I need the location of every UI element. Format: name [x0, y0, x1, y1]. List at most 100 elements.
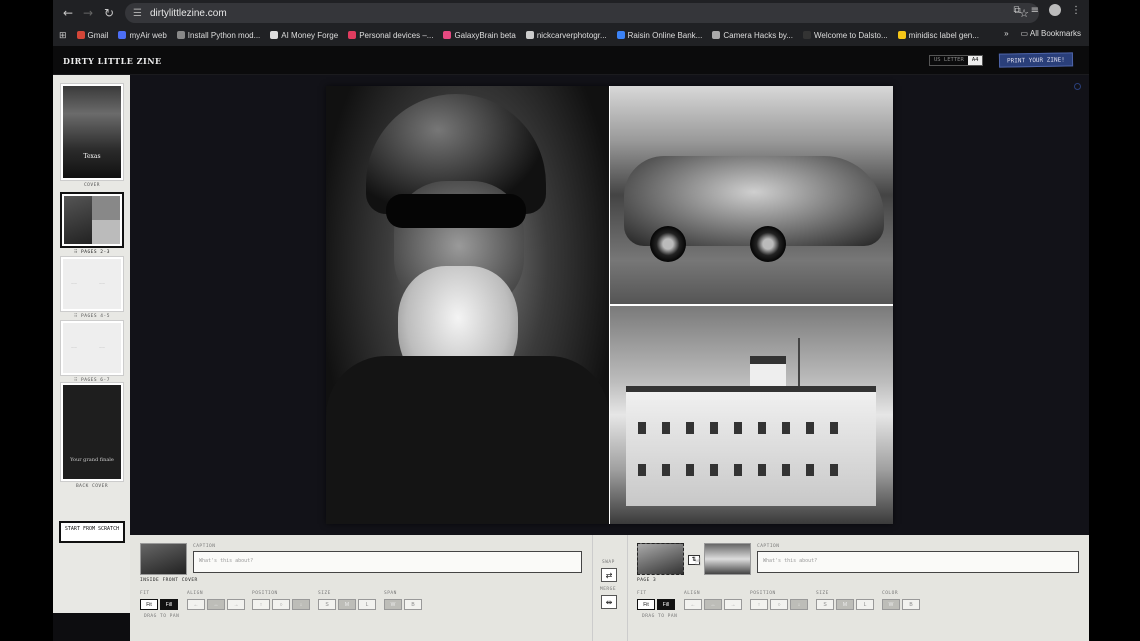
- blank-spread-thumbnail: —— ——: [63, 259, 121, 309]
- building-shape: [626, 386, 876, 506]
- fit-button[interactable]: Fit: [637, 599, 655, 610]
- print-zine-button[interactable]: PRINT YOUR ZINE!: [998, 52, 1073, 68]
- position-bottom-button[interactable]: ↓: [790, 599, 808, 610]
- fit-label: FIT: [637, 591, 647, 596]
- profile-avatar[interactable]: [1049, 4, 1061, 16]
- bookmark-label: Personal devices –...: [359, 30, 434, 40]
- bookmark-item[interactable]: AI Money Forge: [270, 31, 338, 40]
- favicon-icon: [803, 31, 811, 39]
- bookmark-label: nickcarverphotogr...: [536, 30, 607, 40]
- browser-tools: ⧉ ≡ ⋮: [1013, 4, 1081, 16]
- inside-front-cover-thumbnail[interactable]: [140, 543, 187, 575]
- url-text: dirtylittlezine.com: [149, 7, 227, 19]
- sidebar-item-pages-6-7[interactable]: —— —— ⠿ PAGES 6-7: [59, 320, 125, 383]
- fill-button[interactable]: Fill: [160, 599, 178, 610]
- more-bookmarks-icon[interactable]: »: [1004, 29, 1008, 38]
- settings-dot-icon[interactable]: [1074, 83, 1081, 90]
- bookmark-item[interactable]: minidisc label gen...: [897, 30, 979, 40]
- media-icon[interactable]: ≡: [1031, 5, 1039, 16]
- fill-button[interactable]: Fill: [657, 599, 675, 610]
- wheel-shape: [750, 226, 786, 262]
- size-l-button[interactable]: L: [358, 599, 376, 610]
- app-logo[interactable]: DIRTY LITTLE ZINE: [63, 56, 162, 66]
- fit-button[interactable]: Fit: [140, 599, 158, 610]
- forward-icon[interactable]: →: [77, 2, 99, 24]
- bookmark-item[interactable]: nickcarverphotogr...: [525, 30, 607, 40]
- color-w-button[interactable]: W: [882, 599, 900, 610]
- sidebar-item-label: ⠿ PAGES 2-3: [74, 250, 110, 255]
- sidebar-item-pages-2-3[interactable]: ⠿ PAGES 2-3: [59, 192, 125, 255]
- bookmark-item[interactable]: Raisin Online Bank...: [616, 31, 702, 40]
- position-middle-button[interactable]: ○: [272, 599, 290, 610]
- app-header: DIRTY LITTLE ZINE US LETTER A4 PRINT YOU…: [53, 46, 1089, 75]
- merge-icon[interactable]: ⇹: [601, 595, 617, 609]
- bookmark-label: myAir web: [129, 30, 167, 40]
- align-left-button[interactable]: ←: [684, 599, 702, 610]
- back-cover-thumbnail: Your grand finale: [63, 385, 121, 479]
- align-right-button[interactable]: →: [724, 599, 742, 610]
- page-3-car-thumbnail[interactable]: [637, 543, 684, 575]
- sidebar-item-label: ⠿ PAGES 4-5: [74, 314, 110, 319]
- extensions-icon[interactable]: ⧉: [1013, 5, 1020, 16]
- size-m-button[interactable]: M: [338, 599, 356, 610]
- favicon-icon: [270, 31, 279, 39]
- position-bottom-button[interactable]: ↓: [292, 599, 310, 610]
- bookmark-item[interactable]: Camera Hacks by...: [712, 31, 793, 40]
- drag-hint-right: DRAG TO PAN: [642, 614, 678, 619]
- align-left-button[interactable]: ←: [187, 599, 205, 610]
- reload-icon[interactable]: ↻: [98, 2, 120, 24]
- position-middle-button[interactable]: ○: [770, 599, 788, 610]
- bookmarks-bar: ⊞ Gmail myAir web Install Python mod... AI …: [53, 26, 1089, 44]
- bookmark-label: minidisc label gen...: [908, 30, 979, 40]
- span-w-button[interactable]: W: [384, 599, 402, 610]
- span-b-button[interactable]: B: [404, 599, 422, 610]
- start-from-scratch-button[interactable]: START FROM SCRATCH: [59, 521, 125, 543]
- sidebar-item-pages-4-5[interactable]: —— —— ⠿ PAGES 4-5: [59, 256, 125, 319]
- bookmark-item[interactable]: Install Python mod...: [176, 31, 260, 40]
- bookmark-item[interactable]: Welcome to Dalsto...: [803, 31, 888, 40]
- caption-input-right[interactable]: What's this about?: [757, 551, 1079, 573]
- screen: ← → ↻ ☰ dirtylittlezine.com ☆ ⧉ ≡ ⋮ ⊞ Gm…: [0, 0, 1140, 641]
- photo-page-3-car[interactable]: [610, 86, 893, 304]
- fit-group-right: Fit Fill: [637, 599, 675, 610]
- all-bookmarks-folder[interactable]: ▭ All Bookmarks: [1021, 29, 1081, 38]
- sunglasses-shape: [386, 194, 526, 228]
- page-3-building-thumbnail[interactable]: [704, 543, 751, 575]
- align-center-button[interactable]: ↔: [207, 599, 225, 610]
- size-group-left: S M L: [318, 599, 376, 610]
- align-center-button[interactable]: ↔: [704, 599, 722, 610]
- sidebar-item-back-cover[interactable]: Your grand finale BACK COVER: [59, 382, 125, 489]
- spread-preview: [326, 86, 893, 524]
- site-info-icon[interactable]: ☰: [133, 8, 142, 19]
- swap-icon[interactable]: ⇄: [601, 568, 617, 582]
- size-l-button[interactable]: L: [856, 599, 874, 610]
- caption-input-left[interactable]: What's this about?: [193, 551, 582, 573]
- color-b-button[interactable]: B: [902, 599, 920, 610]
- menu-icon[interactable]: ⋮: [1071, 5, 1081, 16]
- position-top-button[interactable]: ↑: [252, 599, 270, 610]
- favicon-icon: [176, 31, 185, 39]
- favicon-icon: [76, 31, 85, 39]
- size-s-button[interactable]: S: [318, 599, 336, 610]
- size-m-button[interactable]: M: [836, 599, 854, 610]
- photo-inside-front-cover[interactable]: [326, 86, 609, 524]
- align-right-button[interactable]: →: [227, 599, 245, 610]
- favicon-icon: [616, 31, 625, 39]
- apps-grid-icon[interactable]: ⊞: [59, 30, 67, 41]
- address-bar[interactable]: ☰ dirtylittlezine.com ☆: [125, 3, 1039, 23]
- bookmark-item[interactable]: GalaxyBrain beta: [443, 31, 516, 40]
- position-top-button[interactable]: ↑: [750, 599, 768, 610]
- fit-group-left: Fit Fill: [140, 599, 178, 610]
- paper-us-letter[interactable]: US LETTER: [930, 56, 968, 65]
- paper-a4[interactable]: A4: [967, 56, 983, 65]
- sidebar-item-cover[interactable]: Texas COVER: [59, 83, 125, 188]
- position-label: POSITION: [252, 591, 278, 596]
- bookmark-item[interactable]: myAir web: [118, 30, 167, 40]
- photo-page-3-building[interactable]: [610, 306, 893, 524]
- merge-label: MERGE: [600, 587, 617, 592]
- bookmark-item[interactable]: Personal devices –...: [348, 31, 433, 40]
- position-group-left: ↑ ○ ↓: [252, 599, 310, 610]
- back-icon[interactable]: ←: [57, 2, 79, 24]
- size-s-button[interactable]: S: [816, 599, 834, 610]
- bookmark-item[interactable]: Gmail: [76, 31, 108, 40]
